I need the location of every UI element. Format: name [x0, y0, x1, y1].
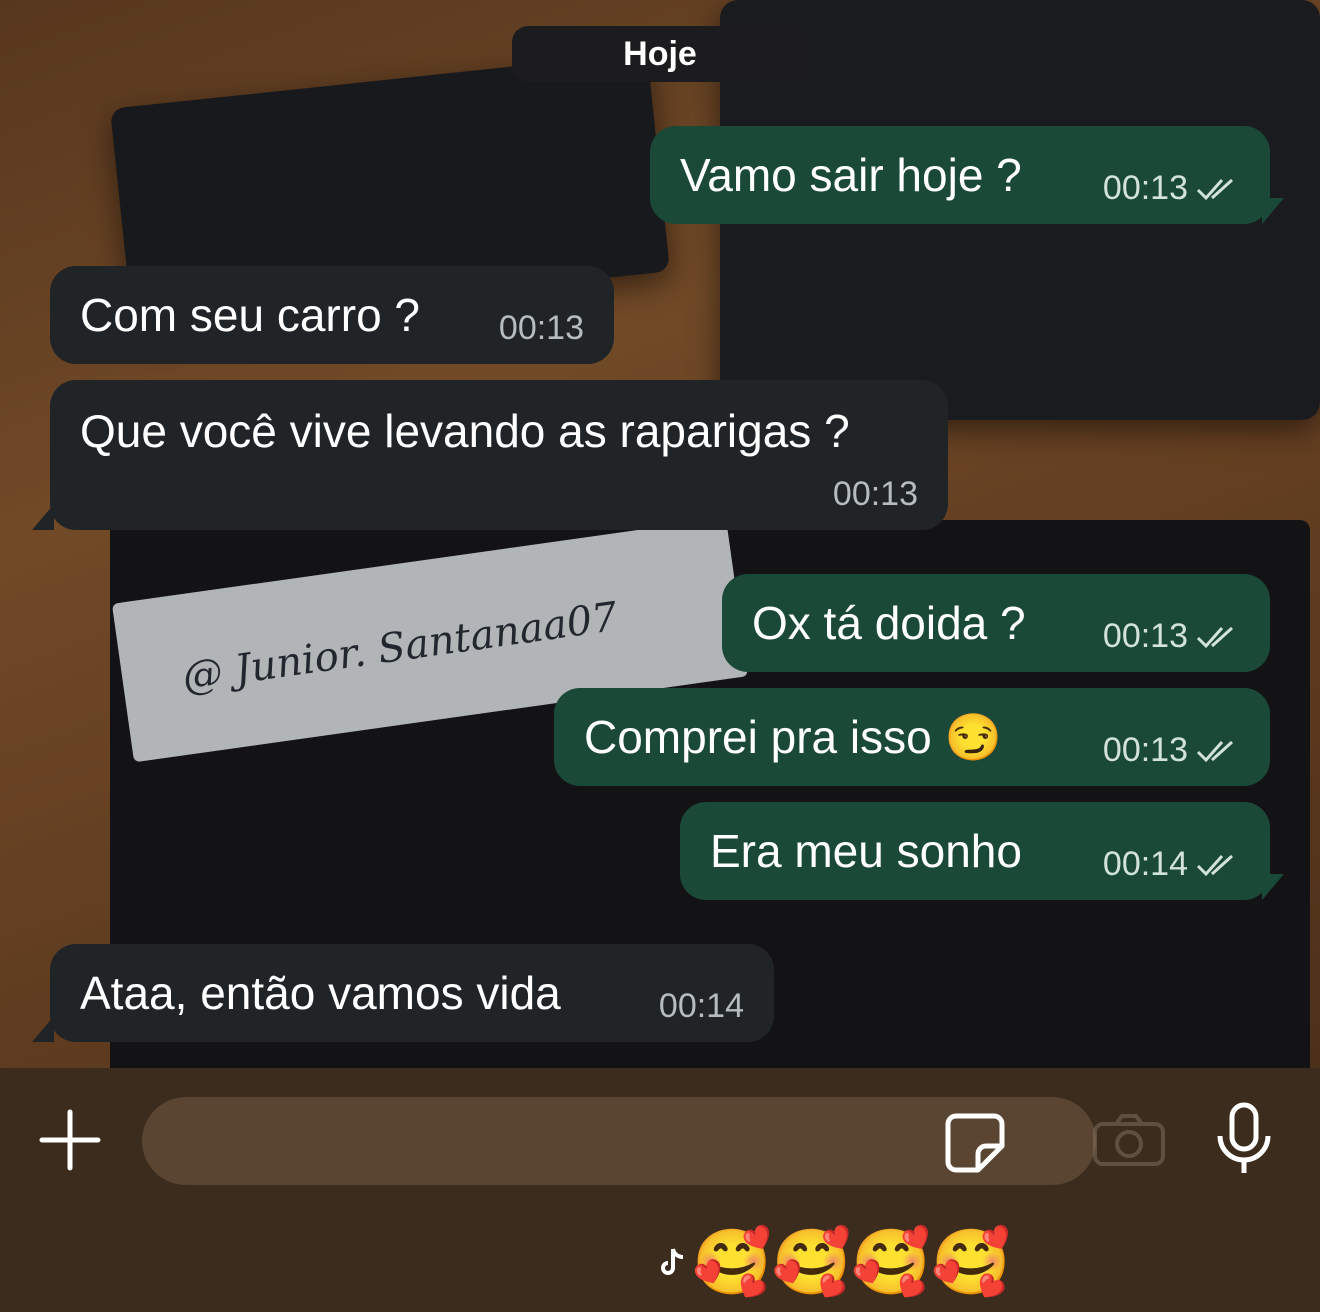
message-text: Vamo sair hoje ? — [680, 149, 1022, 201]
message-time: 00:13 — [1102, 169, 1188, 207]
message-time: 00:14 — [1102, 845, 1188, 883]
message-time: 00:13 — [1102, 617, 1188, 655]
message-bubble-outgoing[interactable]: Era meu sonho 00:14 — [680, 802, 1270, 900]
tiktok-icon — [660, 1247, 686, 1277]
watermark-row: 🥰🥰🥰🥰 — [660, 1222, 1011, 1302]
message-bubble-outgoing[interactable]: Ox tá doida ? 00:13 — [722, 574, 1270, 672]
message-meta: 00:13 — [1103, 731, 1240, 770]
message-meta: 00:13 — [833, 475, 918, 514]
emoji-row: 🥰🥰🥰🥰 — [692, 1226, 1011, 1298]
message-text: Era meu sonho — [710, 825, 1022, 877]
message-meta: 00:13 — [1103, 617, 1240, 656]
double-check-icon — [1196, 852, 1240, 878]
message-text: Comprei pra isso 😏 — [584, 711, 1002, 763]
plus-icon[interactable] — [38, 1108, 102, 1172]
message-time: 00:14 — [658, 987, 744, 1025]
message-text: Ataa, então vamos vida — [80, 967, 561, 1019]
message-meta: 00:14 — [1103, 845, 1240, 884]
message-time: 00:13 — [1102, 731, 1188, 769]
message-text: Que você vive levando as raparigas ? — [80, 405, 850, 457]
message-bubble-outgoing[interactable]: Comprei pra isso 😏 00:13 — [554, 688, 1270, 786]
double-check-icon — [1196, 624, 1240, 650]
message-bubble-outgoing[interactable]: Vamo sair hoje ? 00:13 — [650, 126, 1270, 224]
message-meta: 00:13 — [499, 309, 584, 348]
date-separator: Hoje — [512, 26, 808, 82]
message-time: 00:13 — [832, 475, 918, 513]
message-bubble-incoming[interactable]: Que você vive levando as raparigas ? 00:… — [50, 380, 948, 530]
message-text: Com seu carro ? — [80, 289, 421, 341]
message-meta: 00:14 — [659, 987, 744, 1026]
message-text: Ox tá doida ? — [752, 597, 1026, 649]
message-time: 00:13 — [498, 309, 584, 347]
camera-icon[interactable] — [1092, 1112, 1166, 1168]
double-check-icon — [1196, 176, 1240, 202]
microphone-icon[interactable] — [1214, 1102, 1274, 1176]
sticker-icon[interactable] — [944, 1112, 1006, 1174]
message-bubble-incoming[interactable]: Com seu carro ? 00:13 — [50, 266, 614, 364]
message-meta: 00:13 — [1103, 169, 1240, 208]
message-bubble-incoming[interactable]: Ataa, então vamos vida 00:14 — [50, 944, 774, 1042]
double-check-icon — [1196, 738, 1240, 764]
